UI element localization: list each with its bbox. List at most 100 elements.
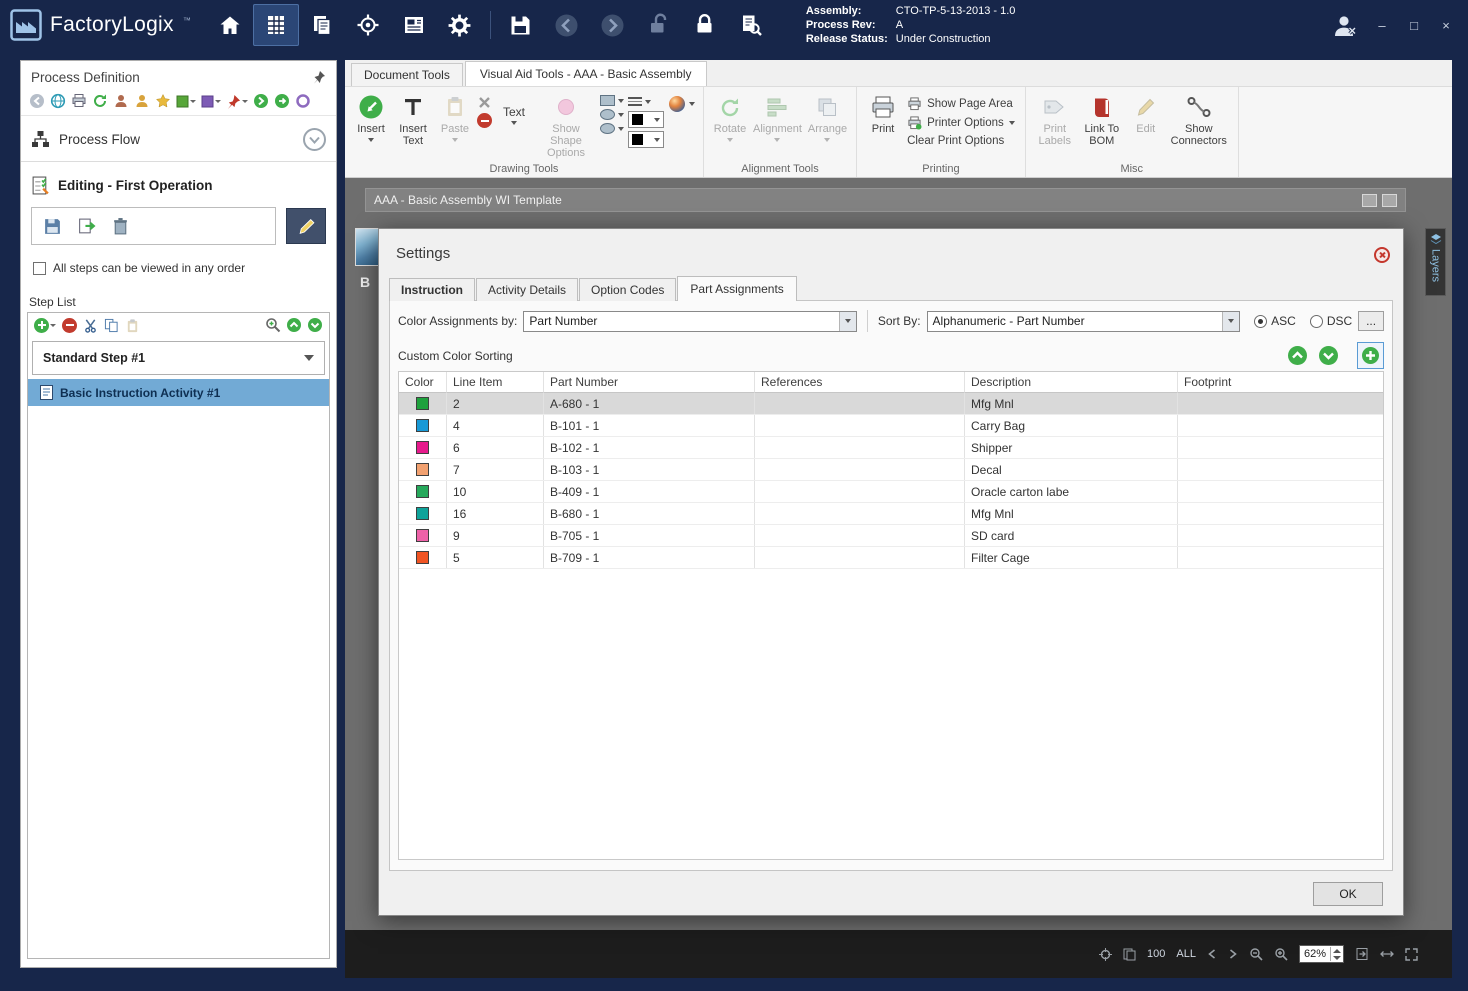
- document-titlebar[interactable]: AAA - Basic Assembly WI Template: [365, 188, 1406, 212]
- copy-icon[interactable]: [104, 318, 119, 333]
- ok-button[interactable]: OK: [1313, 882, 1383, 906]
- dsc-radio-dot[interactable]: [1309, 314, 1323, 328]
- reports-icon[interactable]: [391, 4, 437, 46]
- insert-dropdown-icon[interactable]: [368, 138, 374, 142]
- navigator-icon[interactable]: [345, 4, 391, 46]
- show-connectors-button[interactable]: Show Connectors: [1166, 90, 1232, 147]
- link-to-bom-button[interactable]: Link To BOM: [1078, 90, 1126, 147]
- activity-item-selected[interactable]: Basic Instruction Activity #1: [28, 379, 329, 406]
- alignment-button[interactable]: Alignment: [750, 90, 805, 142]
- move-up-button[interactable]: [1287, 345, 1308, 366]
- zoom-spinner[interactable]: [1330, 947, 1343, 961]
- zoom-level-stepper[interactable]: 62%: [1298, 945, 1344, 963]
- table-row[interactable]: 10 B-409 - 1 Oracle carton labe: [399, 481, 1383, 503]
- operator-icon[interactable]: [113, 93, 129, 109]
- tab-activity-details[interactable]: Activity Details: [476, 278, 579, 301]
- delete-object-button[interactable]: [477, 95, 492, 110]
- documents-icon[interactable]: [299, 4, 345, 46]
- lock-icon[interactable]: [682, 4, 728, 46]
- move-step-down-icon[interactable]: [307, 317, 323, 333]
- tools-green-icon[interactable]: [176, 95, 196, 108]
- minimize-button[interactable]: –: [1374, 18, 1390, 33]
- table-row[interactable]: 7 B-103 - 1 Decal: [399, 459, 1383, 481]
- favorites-icon[interactable]: [155, 93, 171, 109]
- col-part-number[interactable]: Part Number: [544, 372, 755, 393]
- process-definition-icon[interactable]: [252, 4, 299, 46]
- table-row[interactable]: 6 B-102 - 1 Shipper: [399, 437, 1383, 459]
- dsc-radio[interactable]: DSC: [1309, 314, 1352, 328]
- start-icon[interactable]: [253, 93, 269, 109]
- forward-icon[interactable]: [590, 4, 636, 46]
- pin-tool-icon[interactable]: [226, 94, 248, 109]
- col-description[interactable]: Description: [965, 372, 1178, 393]
- import-operation-button[interactable]: [71, 211, 101, 241]
- color-assignments-select[interactable]: Part Number: [523, 310, 857, 332]
- move-down-button[interactable]: [1318, 345, 1339, 366]
- fill-color-select[interactable]: [628, 131, 664, 148]
- rectangle-shape-button[interactable]: [600, 95, 624, 106]
- text-button[interactable]: Text: [494, 90, 534, 125]
- zoom-out-icon[interactable]: [1249, 947, 1263, 961]
- logout-user-icon[interactable]: [1331, 12, 1358, 39]
- col-references[interactable]: References: [755, 372, 965, 393]
- close-button[interactable]: ×: [1438, 18, 1454, 33]
- add-part-button[interactable]: [1357, 342, 1384, 369]
- step-expand-chevron-icon[interactable]: [304, 355, 314, 361]
- paste-button[interactable]: Paste: [435, 90, 475, 142]
- layers-tab[interactable]: Layers: [1425, 228, 1446, 296]
- show-page-area-button[interactable]: Show Page Area: [907, 97, 1015, 111]
- show-shape-options-button[interactable]: Show Shape Options: [534, 90, 598, 159]
- tab-part-assignments[interactable]: Part Assignments: [677, 276, 797, 301]
- tab-document-tools[interactable]: Document Tools: [351, 63, 463, 86]
- fit-page-icon[interactable]: [1355, 947, 1369, 961]
- settings-gear-icon[interactable]: [437, 4, 483, 46]
- tab-instruction[interactable]: Instruction: [389, 278, 475, 301]
- line-style-button[interactable]: [628, 95, 664, 108]
- ellipse-shape-button[interactable]: [600, 109, 624, 120]
- insert-text-button[interactable]: Insert Text: [391, 90, 435, 147]
- table-row[interactable]: 4 B-101 - 1 Carry Bag: [399, 415, 1383, 437]
- table-row[interactable]: 5 B-709 - 1 Filter Cage: [399, 547, 1383, 569]
- edit-mode-button[interactable]: [286, 208, 326, 244]
- operator-cert-icon[interactable]: [134, 93, 150, 109]
- rounded-shape-button[interactable]: [600, 123, 624, 134]
- print-icon[interactable]: [71, 93, 87, 109]
- paste-dropdown-icon[interactable]: [452, 138, 458, 142]
- next-view-icon[interactable]: [1228, 949, 1238, 959]
- printer-options-button[interactable]: Printer Options: [907, 116, 1015, 130]
- col-color[interactable]: Color: [399, 372, 447, 393]
- collapse-chevron-icon[interactable]: [303, 128, 326, 151]
- resume-icon[interactable]: [274, 93, 290, 109]
- tools-purple-icon[interactable]: [201, 95, 221, 108]
- dialog-close-icon[interactable]: [1374, 247, 1390, 263]
- unlock-icon[interactable]: [636, 4, 682, 46]
- release-review-icon[interactable]: [728, 4, 774, 46]
- insert-button[interactable]: Insert: [351, 90, 391, 142]
- crosshair-icon[interactable]: [1099, 947, 1113, 961]
- expand-icon[interactable]: [1405, 947, 1418, 961]
- web-icon[interactable]: [50, 93, 66, 109]
- edit-button[interactable]: Edit: [1126, 90, 1166, 135]
- zoom-100-button[interactable]: 100: [1147, 948, 1165, 960]
- maximize-button[interactable]: □: [1406, 18, 1422, 33]
- table-row[interactable]: 16 B-680 - 1 Mfg Mnl: [399, 503, 1383, 525]
- zoom-in-icon[interactable]: [1274, 947, 1288, 961]
- paste-icon[interactable]: [125, 318, 140, 333]
- nav-back-icon[interactable]: [29, 93, 45, 109]
- remove-step-icon[interactable]: [62, 317, 77, 333]
- print-labels-button[interactable]: Print Labels: [1032, 90, 1078, 147]
- text-dropdown-icon[interactable]: [511, 121, 517, 125]
- delete-operation-button[interactable]: [105, 211, 135, 241]
- prev-view-icon[interactable]: [1207, 949, 1217, 959]
- tab-visual-aid-tools[interactable]: Visual Aid Tools - AAA - Basic Assembly: [464, 61, 707, 86]
- add-step-icon[interactable]: [34, 317, 56, 333]
- back-icon[interactable]: [544, 4, 590, 46]
- save-operation-button[interactable]: [37, 211, 67, 241]
- table-row[interactable]: 2 A-680 - 1 Mfg Mnl: [399, 393, 1383, 415]
- color-sphere-button[interactable]: [668, 95, 695, 113]
- col-footprint[interactable]: Footprint: [1178, 372, 1383, 393]
- doc-maximize-icon[interactable]: [1382, 193, 1397, 207]
- line-color-select[interactable]: [628, 111, 664, 128]
- more-options-button[interactable]: ...: [1358, 311, 1384, 331]
- home-icon[interactable]: [207, 4, 253, 46]
